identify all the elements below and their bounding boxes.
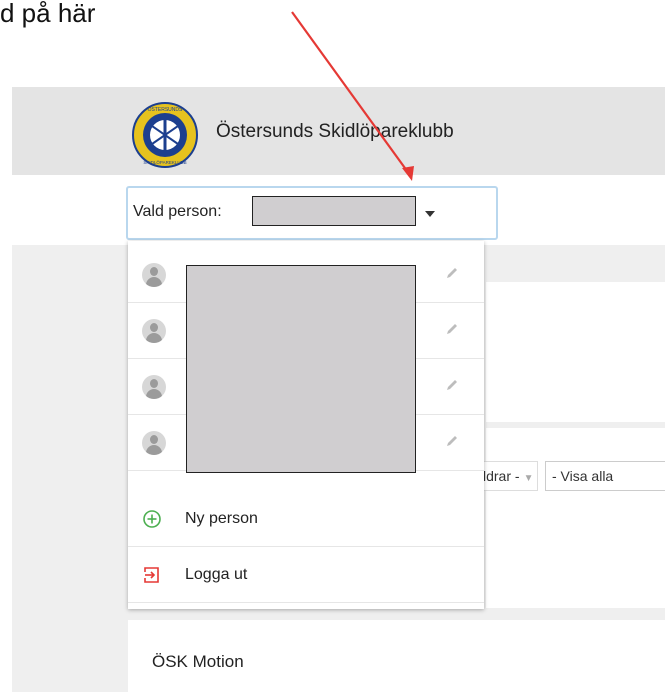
annotation-arrow [291,11,414,181]
